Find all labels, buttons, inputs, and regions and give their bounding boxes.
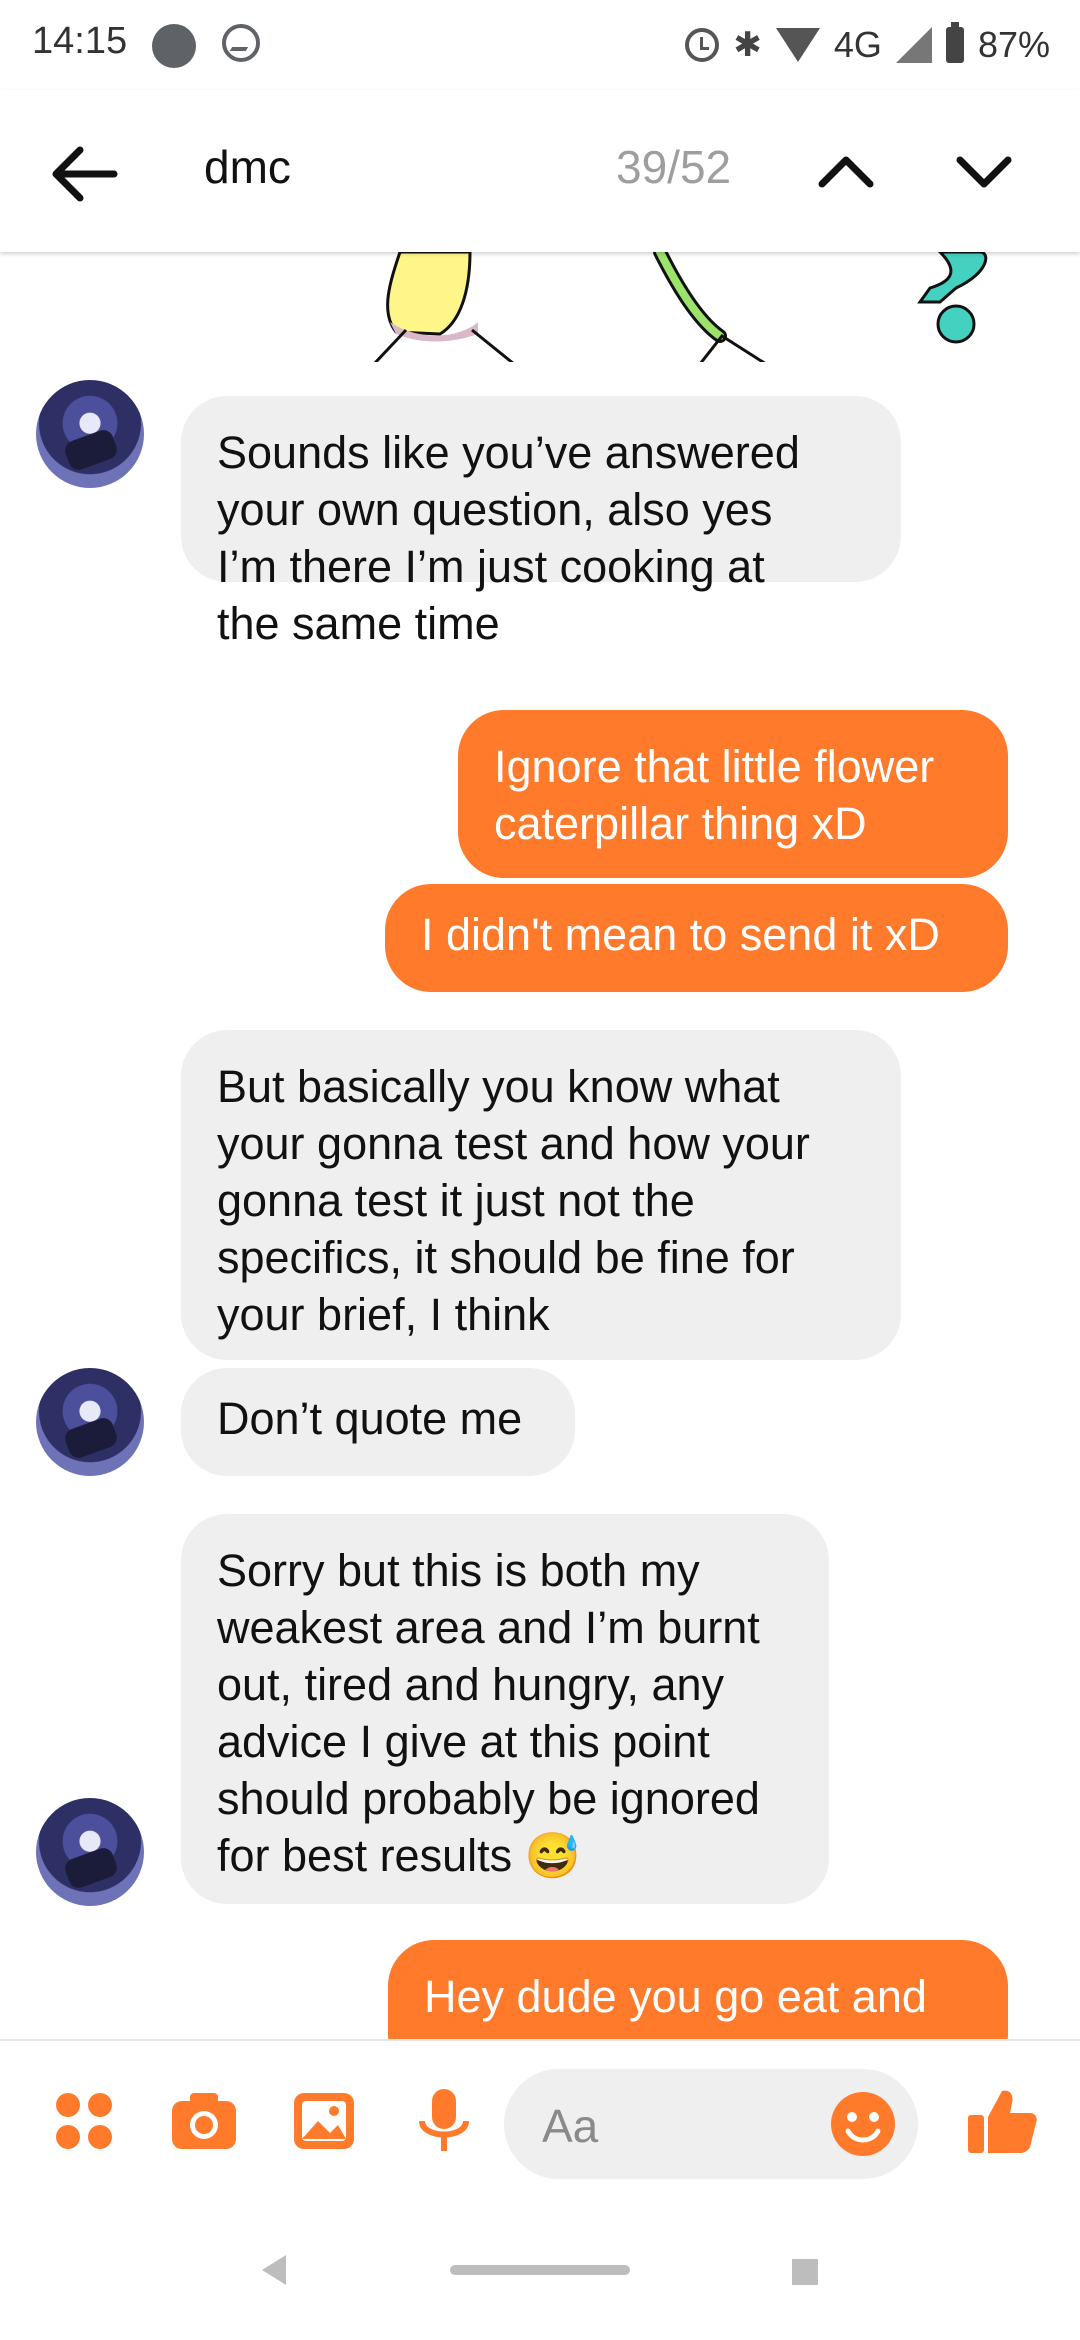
incoming-message[interactable]: Sounds like you’ve answered your own que… bbox=[181, 396, 901, 649]
network-type: 4G bbox=[833, 24, 882, 65]
sticker-image[interactable] bbox=[360, 252, 1040, 362]
wifi-icon bbox=[775, 28, 820, 62]
battery-percent: 87% bbox=[977, 24, 1050, 65]
outgoing-message[interactable]: Hey dude you go eat and bbox=[388, 1940, 1008, 2039]
previous-result-chevron-up-icon[interactable] bbox=[806, 132, 886, 212]
system-nav-bar bbox=[0, 2199, 1080, 2340]
next-result-chevron-down-icon[interactable] bbox=[944, 132, 1024, 212]
contact-avatar[interactable] bbox=[36, 380, 144, 488]
back-arrow-icon[interactable] bbox=[44, 134, 124, 214]
microphone-icon[interactable] bbox=[404, 2081, 484, 2161]
battery-icon bbox=[945, 22, 964, 63]
contact-avatar[interactable] bbox=[36, 1798, 144, 1906]
emoji-icon[interactable] bbox=[828, 2089, 898, 2159]
gallery-icon[interactable] bbox=[284, 2081, 364, 2161]
outgoing-message[interactable]: Ignore that little flower caterpillar th… bbox=[458, 710, 1008, 878]
signal-icon bbox=[895, 27, 932, 63]
message-input-placeholder: Aa bbox=[542, 2100, 599, 2152]
incoming-message[interactable]: Don’t quote me bbox=[181, 1368, 575, 1476]
status-icons: ✱ 4G 87% bbox=[685, 20, 1050, 70]
nav-recents-icon[interactable] bbox=[792, 2259, 818, 2285]
search-header: dmc 39/52 bbox=[0, 90, 1080, 252]
thumbs-up-icon[interactable] bbox=[962, 2081, 1042, 2161]
messenger-icon bbox=[222, 24, 260, 62]
message-input[interactable]: Aa bbox=[504, 2069, 918, 2179]
incoming-message[interactable]: Sorry but this is both my weakest area a… bbox=[181, 1514, 829, 1904]
status-time: 14:15 bbox=[32, 20, 128, 62]
status-bar: 14:15 ✱ 4G 87% bbox=[0, 0, 1080, 90]
nav-back-icon[interactable] bbox=[262, 2255, 286, 2285]
nav-home-pill[interactable] bbox=[450, 2265, 630, 2275]
search-result-counter: 39/52 bbox=[616, 141, 732, 193]
more-apps-icon[interactable] bbox=[44, 2081, 124, 2161]
outgoing-message[interactable]: I didn't mean to send it xD bbox=[385, 884, 1008, 992]
notification-dot-icon bbox=[152, 24, 196, 68]
contact-avatar[interactable] bbox=[36, 1368, 144, 1476]
incoming-message[interactable]: But basically you know what your gonna t… bbox=[181, 1030, 901, 1360]
camera-icon[interactable] bbox=[164, 2081, 244, 2161]
search-query[interactable]: dmc bbox=[204, 140, 291, 194]
message-composer: Aa bbox=[0, 2039, 1080, 2201]
bluetooth-icon: ✱ bbox=[733, 26, 762, 64]
alarm-icon bbox=[685, 28, 720, 62]
message-list[interactable]: Sounds like you’ve answered your own que… bbox=[0, 252, 1080, 2039]
